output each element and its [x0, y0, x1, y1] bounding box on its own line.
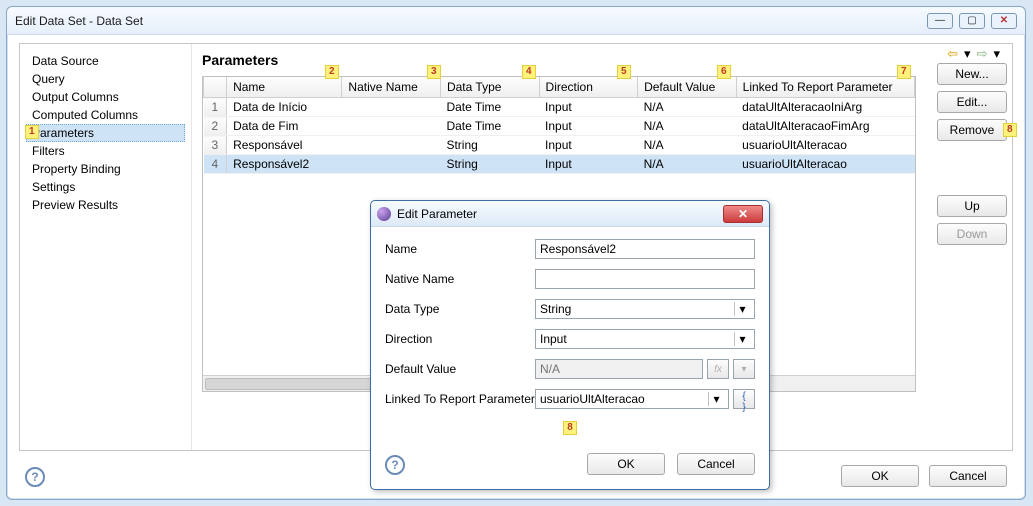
new-button[interactable]: New... [937, 63, 1007, 85]
annotation-5: 5 [617, 65, 631, 79]
sidebar-item-output-columns[interactable]: Output Columns [26, 88, 185, 106]
label-name: Name [385, 242, 535, 256]
chevron-down-icon: ▾ [734, 302, 750, 316]
col-linked[interactable]: Linked To Report Parameter [736, 77, 914, 98]
sidebar: Data Source Query Output Columns Compute… [20, 44, 192, 450]
col-name[interactable]: Name [227, 77, 342, 98]
annotation-8b: 8 [563, 421, 577, 435]
close-button[interactable]: ✕ [991, 13, 1017, 29]
sidebar-item-settings[interactable]: Settings [26, 178, 185, 196]
edit-parameter-dialog: Edit Parameter ✕ Name Native Name Data T… [370, 200, 770, 490]
ok-button[interactable]: OK [841, 465, 919, 487]
table-row[interactable]: 4 Responsável2 String Input N/A usuarioU… [204, 155, 915, 174]
expression-button[interactable]: { } [733, 389, 755, 409]
titlebar[interactable]: Edit Data Set - Data Set — ▢ ✕ [7, 7, 1025, 35]
dialog-title: Edit Parameter [397, 207, 477, 221]
direction-combo[interactable]: Input ▾ [535, 329, 755, 349]
dialog-cancel-button[interactable]: Cancel [677, 453, 755, 475]
sidebar-item-computed-columns[interactable]: Computed Columns [26, 106, 185, 124]
table-row[interactable]: 1 Data de Início Date Time Input N/A dat… [204, 98, 915, 117]
table-row[interactable]: 2 Data de Fim Date Time Input N/A dataUl… [204, 117, 915, 136]
page-title: Parameters [202, 52, 1002, 68]
label-native: Native Name [385, 272, 535, 286]
annotation-3: 3 [427, 65, 441, 79]
col-dtype[interactable]: Data Type [440, 77, 539, 98]
sidebar-item-property-binding[interactable]: Property Binding [26, 160, 185, 178]
dialog-titlebar[interactable]: Edit Parameter ✕ [371, 201, 769, 227]
col-native[interactable]: Native Name [342, 77, 441, 98]
up-button[interactable]: Up [937, 195, 1007, 217]
cancel-button[interactable]: Cancel [929, 465, 1007, 487]
back-icon[interactable]: ⇦ [945, 46, 960, 62]
label-default: Default Value [385, 362, 535, 376]
data-type-combo[interactable]: String ▾ [535, 299, 755, 319]
sidebar-item-parameters[interactable]: Parameters [26, 124, 185, 142]
sidebar-item-query[interactable]: Query [26, 70, 185, 88]
sidebar-item-data-source[interactable]: Data Source [26, 52, 185, 70]
remove-button[interactable]: Remove [937, 119, 1007, 141]
table-row[interactable]: 3 Responsável String Input N/A usuarioUl… [204, 136, 915, 155]
sidebar-item-preview-results[interactable]: Preview Results [26, 196, 185, 214]
name-input[interactable] [535, 239, 755, 259]
label-direction: Direction [385, 332, 535, 346]
annotation-6: 6 [717, 65, 731, 79]
help-icon[interactable]: ? [25, 467, 45, 487]
window-title: Edit Data Set - Data Set [15, 14, 927, 28]
label-linked: Linked To Report Parameter [385, 392, 535, 406]
label-dtype: Data Type [385, 302, 535, 316]
back-menu-icon[interactable]: ▾ [962, 46, 973, 62]
minimize-button[interactable]: — [927, 13, 953, 29]
chevron-down-icon: ▾ [734, 332, 750, 346]
dialog-help-icon[interactable]: ? [385, 455, 405, 475]
linked-param-combo[interactable]: usuarioUltAlteracao ▾ [535, 389, 729, 409]
annotation-7: 7 [897, 65, 911, 79]
forward-menu-icon[interactable]: ▾ [991, 46, 1002, 62]
dropdown-button: ▾ [733, 359, 755, 379]
chevron-down-icon: ▾ [708, 392, 724, 406]
col-rownum[interactable] [204, 77, 227, 98]
maximize-button[interactable]: ▢ [959, 13, 985, 29]
nav-arrows: ⇦ ▾ ⇨ ▾ [945, 46, 1002, 62]
eclipse-icon [377, 207, 391, 221]
col-direction[interactable]: Direction [539, 77, 638, 98]
dialog-close-button[interactable]: ✕ [723, 205, 763, 223]
down-button[interactable]: Down [937, 223, 1007, 245]
table-body: 1 Data de Início Date Time Input N/A dat… [204, 98, 915, 174]
dialog-ok-button[interactable]: OK [587, 453, 665, 475]
sidebar-item-filters[interactable]: Filters [26, 142, 185, 160]
annotation-1: 1 [25, 125, 39, 139]
default-value-input [535, 359, 703, 379]
fx-button: fx [707, 359, 729, 379]
forward-icon[interactable]: ⇨ [975, 46, 990, 62]
annotation-2: 2 [325, 65, 339, 79]
annotation-8: 8 [1003, 123, 1017, 137]
col-default[interactable]: Default Value [638, 77, 737, 98]
annotation-4: 4 [522, 65, 536, 79]
edit-button[interactable]: Edit... [937, 91, 1007, 113]
native-name-input[interactable] [535, 269, 755, 289]
